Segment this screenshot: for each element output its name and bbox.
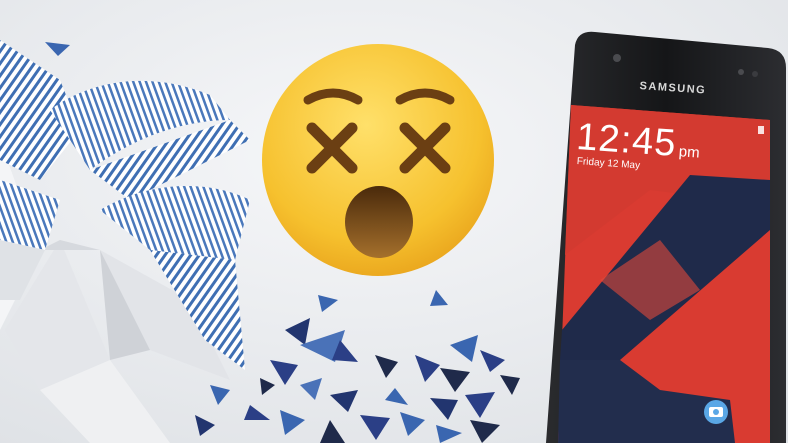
lockscreen-ampm: pm [678, 143, 701, 162]
camera-shortcut[interactable] [704, 400, 728, 424]
lockscreen-clock: 12:45pm Friday 12 May [574, 116, 701, 176]
camera-icon [613, 54, 621, 62]
illustration [0, 0, 788, 443]
dizzy-face-emoji-icon [262, 44, 494, 276]
scene: SAMSUNG 12:45pm Friday 12 May [0, 0, 788, 443]
